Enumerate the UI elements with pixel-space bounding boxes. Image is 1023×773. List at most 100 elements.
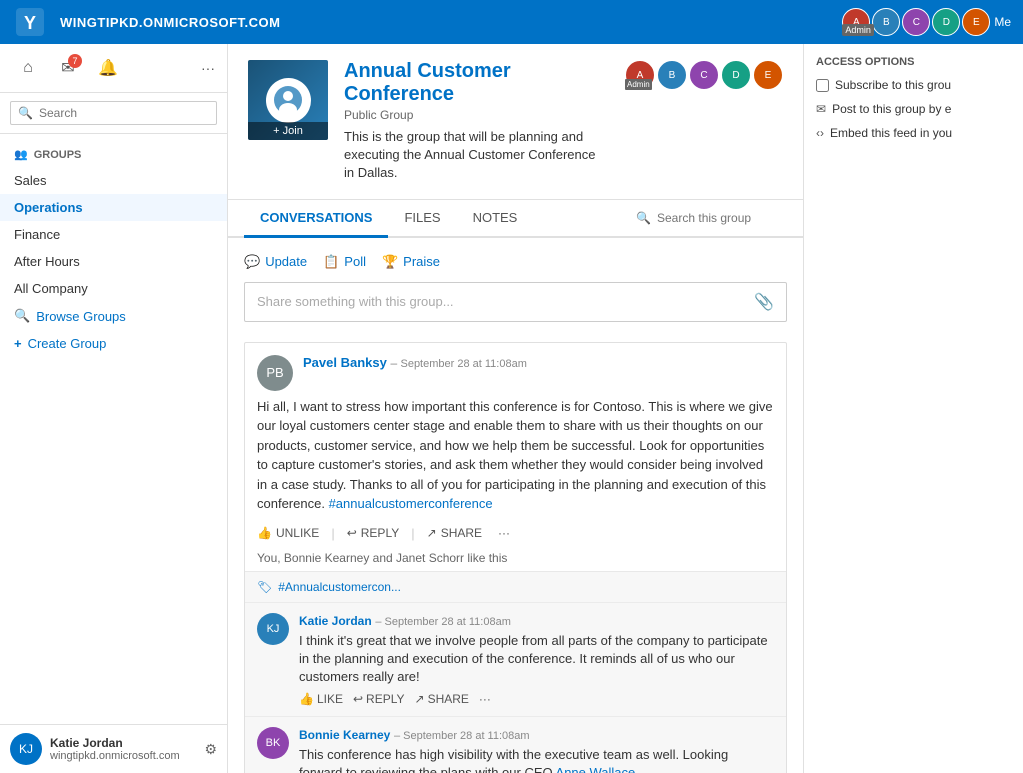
anne-wallace-link[interactable]: Anne Wallace [556, 765, 636, 773]
tab-notes[interactable]: NOTES [457, 200, 534, 238]
current-user-info: Katie Jordan wingtipkd.onmicrosoft.com [50, 736, 196, 762]
sidebar-item-all-company[interactable]: All Company [0, 275, 227, 302]
admin-badge: Admin [625, 79, 652, 90]
praise-icon: 🏆 [382, 254, 398, 270]
tab-search-icon: 🔍 [636, 211, 651, 225]
group-search-input[interactable] [657, 211, 787, 225]
more-options-button[interactable]: ··· [498, 526, 510, 540]
post-meta: Pavel Banksy – September 28 at 11:08am [303, 355, 774, 370]
post-compose-area: 💬 Update 📋 Poll 🏆 Praise Share something… [228, 238, 803, 334]
like-icon-1: 👍 [299, 692, 314, 706]
sidebar-footer: KJ Katie Jordan wingtipkd.onmicrosoft.co… [0, 724, 227, 773]
group-info: Annual Customer Conference Public Group … [344, 60, 609, 183]
share-button[interactable]: ↗ SHARE [427, 526, 482, 540]
group-logo-shape [266, 78, 311, 123]
comment-1-actions: 👍 LIKE ↩ REPLY ↗ SHARE [299, 692, 774, 706]
groups-section: 👥 GROUPS Sales Operations Finance After … [0, 134, 227, 365]
reply-icon-1: ↩ [353, 692, 363, 706]
subscribe-option: Subscribe to this grou [816, 78, 1011, 92]
reply-icon: ↩ [347, 526, 357, 540]
topbar: Y WINGTIPKD.ONMICROSOFT.COM A Admin B C … [0, 0, 1023, 44]
app-logo[interactable]: Y [12, 4, 48, 40]
comment-1-share-button[interactable]: ↗ SHARE [415, 692, 469, 706]
comment-section: 🏷 #Annualcustomercon... KJ Katie Jordan … [245, 571, 786, 773]
current-user-name: Katie Jordan [50, 736, 196, 750]
browse-groups-button[interactable]: 🔍 Browse Groups [0, 302, 227, 330]
mail-icon[interactable]: ✉ 7 [52, 52, 84, 84]
post-header: PB Pavel Banksy – September 28 at 11:08a… [245, 343, 786, 397]
member-avatar-4: D [932, 8, 960, 36]
unlike-button[interactable]: 👍 UNLIKE [257, 526, 319, 540]
attach-icon[interactable]: 📎 [754, 292, 774, 312]
comment-1-date: September 28 at 11:08am [385, 616, 511, 628]
comment-1-like-button[interactable]: 👍 LIKE [299, 692, 343, 706]
create-group-button[interactable]: + Create Group [0, 330, 227, 357]
update-button[interactable]: 💬 Update [244, 250, 307, 274]
sidebar-item-sales[interactable]: Sales [0, 167, 227, 194]
group-title: Annual Customer Conference [344, 60, 609, 106]
search-icon: 🔍 [18, 106, 33, 120]
comment-card-2: BK Bonnie Kearney – September 28 at 11:0… [245, 716, 786, 773]
sidebar-item-operations[interactable]: Operations [0, 194, 227, 221]
main-content: + Join Annual Customer Conference Public… [228, 44, 803, 773]
subscribe-label: Subscribe to this grou [835, 78, 951, 92]
tag-icon: 🏷 [257, 580, 272, 594]
mail-badge: 7 [68, 54, 82, 68]
poll-button[interactable]: 📋 Poll [323, 250, 366, 274]
more-icon[interactable]: ··· [201, 60, 215, 76]
hashtag-tag[interactable]: 🏷 #Annualcustomercon... [245, 572, 786, 602]
member-avatar-3: C [902, 8, 930, 36]
comment-card-1: KJ Katie Jordan – September 28 at 11:08a… [245, 602, 786, 717]
tab-conversations[interactable]: CONVERSATIONS [244, 200, 388, 238]
embed-label: Embed this feed in you [830, 126, 952, 140]
access-options-title: ACCESS OPTIONS [816, 56, 1011, 68]
me-label: Me [994, 15, 1011, 29]
group-description: This is the group that will be planning … [344, 128, 609, 183]
group-logo: + Join [248, 60, 328, 140]
post-placeholder: Share something with this group... [257, 294, 754, 309]
share-icon-1: ↗ [415, 692, 425, 706]
home-icon[interactable]: ⌂ [12, 52, 44, 84]
current-user-email: wingtipkd.onmicrosoft.com [50, 750, 196, 762]
unlike-icon: 👍 [257, 526, 272, 540]
post-card: PB Pavel Banksy – September 28 at 11:08a… [244, 342, 787, 773]
member-avatar-2: B [872, 8, 900, 36]
comment-1-avatar: KJ [257, 613, 289, 645]
groups-icon: 👥 [14, 148, 28, 161]
embed-option: ‹› Embed this feed in you [816, 126, 1011, 140]
member-list: A Admin B C D E [625, 60, 783, 90]
reply-button[interactable]: ↩ REPLY [347, 526, 400, 540]
create-group-plus-icon: + [14, 336, 22, 351]
bell-icon[interactable]: 🔔 [92, 52, 124, 84]
join-button[interactable]: + Join [248, 122, 328, 140]
subscribe-checkbox[interactable] [816, 79, 829, 92]
comment-1-author: Katie Jordan [299, 614, 372, 628]
tenant-domain: WINGTIPKD.ONMICROSOFT.COM [60, 15, 281, 30]
praise-button[interactable]: 🏆 Praise [382, 250, 440, 274]
comment-1-body: I think it's great that we involve peopl… [299, 632, 774, 687]
comment-1-more-button[interactable]: ··· [479, 692, 491, 706]
tabs-bar: CONVERSATIONS FILES NOTES 🔍 [228, 200, 803, 238]
sidebar-item-finance[interactable]: Finance [0, 221, 227, 248]
share-icon: ↗ [427, 526, 437, 540]
post-reactions: 👍 UNLIKE | ↩ REPLY | ↗ SHARE ··· [245, 522, 786, 549]
post-hashtag-link[interactable]: #annualcustomerconference [329, 496, 493, 511]
search-input[interactable] [10, 101, 217, 125]
svg-text:Y: Y [24, 13, 36, 33]
poll-icon: 📋 [323, 254, 339, 270]
group-member-4: D [721, 60, 751, 90]
groups-header: 👥 GROUPS [0, 142, 227, 167]
feed: PB Pavel Banksy – September 28 at 11:08a… [228, 334, 803, 773]
post-input-box[interactable]: Share something with this group... 📎 [244, 282, 787, 322]
post-author-avatar: PB [257, 355, 293, 391]
tab-files[interactable]: FILES [388, 200, 456, 238]
post-by-email-option: ✉ Post to this group by e [816, 102, 1011, 116]
sidebar-item-after-hours[interactable]: After Hours [0, 248, 227, 275]
browse-icon: 🔍 [14, 308, 30, 324]
comment-1-reply-button[interactable]: ↩ REPLY [353, 692, 405, 706]
settings-icon[interactable]: ⚙ [204, 741, 217, 758]
group-type: Public Group [344, 108, 609, 122]
current-user-avatar: KJ [10, 733, 42, 765]
mail-access-icon: ✉ [816, 102, 826, 116]
tab-search: 🔍 [636, 211, 787, 225]
